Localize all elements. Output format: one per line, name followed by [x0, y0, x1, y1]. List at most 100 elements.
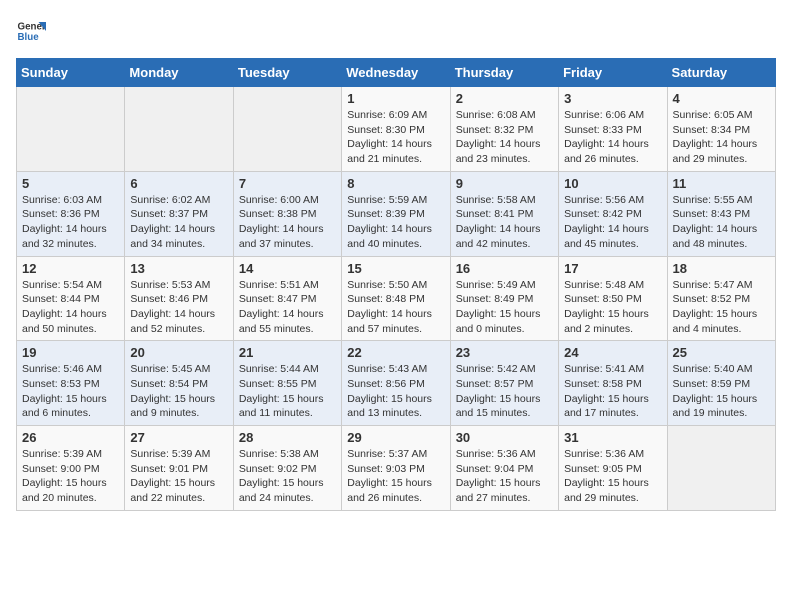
cell-text: Sunrise: 5:39 AM: [130, 447, 227, 462]
cell-text: Sunrise: 5:51 AM: [239, 278, 336, 293]
cell-text: Sunrise: 5:55 AM: [673, 193, 770, 208]
cell-text: Sunset: 8:41 PM: [456, 207, 553, 222]
cell-text: Sunrise: 5:41 AM: [564, 362, 661, 377]
cell-text: Daylight: 14 hours and 34 minutes.: [130, 222, 227, 251]
cell-text: Daylight: 15 hours and 9 minutes.: [130, 392, 227, 421]
day-number: 23: [456, 345, 553, 360]
cell-text: Sunrise: 5:42 AM: [456, 362, 553, 377]
calendar-cell: 25Sunrise: 5:40 AMSunset: 8:59 PMDayligh…: [667, 341, 775, 426]
cell-text: Sunrise: 5:56 AM: [564, 193, 661, 208]
calendar-cell: 24 Sunrise: 5:41 AMSunset: 8:58 PMDayligh…: [559, 341, 667, 426]
day-number: 2: [456, 91, 553, 106]
cell-text: Daylight: 14 hours and 55 minutes.: [239, 307, 336, 336]
page-header: General Blue: [16, 16, 776, 46]
cell-text: Sunset: 8:56 PM: [347, 377, 444, 392]
cell-text: Sunset: 8:33 PM: [564, 123, 661, 138]
cell-text: Sunset: 8:44 PM: [22, 292, 119, 307]
day-number: 15: [347, 261, 444, 276]
weekday-header-wednesday: Wednesday: [342, 59, 450, 87]
day-number: 29: [347, 430, 444, 445]
weekday-header-tuesday: Tuesday: [233, 59, 341, 87]
calendar-cell: 12Sunrise: 5:54 AMSunset: 8:44 PMDayligh…: [17, 256, 125, 341]
cell-text: Daylight: 15 hours and 2 minutes.: [564, 307, 661, 336]
day-number: 3: [564, 91, 661, 106]
cell-text: Sunrise: 5:44 AM: [239, 362, 336, 377]
cell-text: Sunrise: 6:02 AM: [130, 193, 227, 208]
cell-text: Sunrise: 6:06 AM: [564, 108, 661, 123]
day-number: 1: [347, 91, 444, 106]
cell-text: Daylight: 14 hours and 45 minutes.: [564, 222, 661, 251]
cell-text: Sunset: 8:36 PM: [22, 207, 119, 222]
day-number: 16: [456, 261, 553, 276]
day-number: 6: [130, 176, 227, 191]
cell-text: Daylight: 14 hours and 21 minutes.: [347, 137, 444, 166]
calendar-cell: [667, 426, 775, 511]
cell-text: Sunset: 9:03 PM: [347, 462, 444, 477]
weekday-header-row: SundayMondayTuesdayWednesdayThursdayFrid…: [17, 59, 776, 87]
cell-text: Daylight: 14 hours and 23 minutes.: [456, 137, 553, 166]
calendar-cell: 17Sunrise: 5:48 AMSunset: 8:50 PMDayligh…: [559, 256, 667, 341]
cell-text: Daylight: 15 hours and 26 minutes.: [347, 476, 444, 505]
day-number: 5: [22, 176, 119, 191]
cell-text: Sunrise: 5:47 AM: [673, 278, 770, 293]
day-number: 14: [239, 261, 336, 276]
calendar-cell: 3 Sunrise: 6:06 AMSunset: 8:33 PMDaylight…: [559, 87, 667, 172]
calendar-cell: 19Sunrise: 5:46 AMSunset: 8:53 PMDayligh…: [17, 341, 125, 426]
day-number: 12: [22, 261, 119, 276]
day-number: 10: [564, 176, 661, 191]
calendar-cell: 13Sunrise: 5:53 AMSunset: 8:46 PMDayligh…: [125, 256, 233, 341]
calendar-cell: 1 Sunrise: 6:09 AMSunset: 8:30 PMDaylight…: [342, 87, 450, 172]
week-row-3: 12Sunrise: 5:54 AMSunset: 8:44 PMDayligh…: [17, 256, 776, 341]
cell-text: Sunrise: 6:09 AM: [347, 108, 444, 123]
cell-text: Sunset: 8:50 PM: [564, 292, 661, 307]
cell-text: Daylight: 15 hours and 19 minutes.: [673, 392, 770, 421]
day-number: 22: [347, 345, 444, 360]
cell-text: Sunset: 8:52 PM: [673, 292, 770, 307]
day-number: 31: [564, 430, 661, 445]
calendar-cell: 18Sunrise: 5:47 AMSunset: 8:52 PMDayligh…: [667, 256, 775, 341]
cell-text: Daylight: 14 hours and 32 minutes.: [22, 222, 119, 251]
cell-text: Sunrise: 5:37 AM: [347, 447, 444, 462]
cell-text: Sunset: 8:30 PM: [347, 123, 444, 138]
cell-text: Sunrise: 5:48 AM: [564, 278, 661, 293]
weekday-header-saturday: Saturday: [667, 59, 775, 87]
cell-text: Sunset: 8:54 PM: [130, 377, 227, 392]
calendar-cell: [125, 87, 233, 172]
calendar-cell: 26Sunrise: 5:39 AMSunset: 9:00 PMDayligh…: [17, 426, 125, 511]
calendar-cell: 29 Sunrise: 5:37 AMSunset: 9:03 PMDayligh…: [342, 426, 450, 511]
calendar-cell: 28Sunrise: 5:38 AMSunset: 9:02 PMDayligh…: [233, 426, 341, 511]
day-number: 25: [673, 345, 770, 360]
day-number: 30: [456, 430, 553, 445]
cell-text: Sunset: 8:48 PM: [347, 292, 444, 307]
cell-text: Sunrise: 5:36 AM: [456, 447, 553, 462]
cell-text: Sunset: 8:58 PM: [564, 377, 661, 392]
calendar-cell: 10Sunrise: 5:56 AMSunset: 8:42 PMDayligh…: [559, 171, 667, 256]
cell-text: Daylight: 15 hours and 11 minutes.: [239, 392, 336, 421]
cell-text: Sunset: 9:04 PM: [456, 462, 553, 477]
cell-text: Daylight: 15 hours and 13 minutes.: [347, 392, 444, 421]
cell-text: Sunset: 8:46 PM: [130, 292, 227, 307]
calendar-cell: 11Sunrise: 5:55 AMSunset: 8:43 PMDayligh…: [667, 171, 775, 256]
logo-icon: General Blue: [16, 16, 46, 46]
cell-text: Daylight: 15 hours and 27 minutes.: [456, 476, 553, 505]
logo: General Blue: [16, 16, 46, 46]
cell-text: Daylight: 14 hours and 26 minutes.: [564, 137, 661, 166]
cell-text: Sunrise: 6:03 AM: [22, 193, 119, 208]
week-row-5: 26Sunrise: 5:39 AMSunset: 9:00 PMDayligh…: [17, 426, 776, 511]
cell-text: Sunrise: 5:46 AM: [22, 362, 119, 377]
day-number: 27: [130, 430, 227, 445]
day-number: 21: [239, 345, 336, 360]
calendar-cell: 4Sunrise: 6:05 AMSunset: 8:34 PMDaylight…: [667, 87, 775, 172]
cell-text: Daylight: 15 hours and 6 minutes.: [22, 392, 119, 421]
cell-text: Sunset: 8:49 PM: [456, 292, 553, 307]
day-number: 24: [564, 345, 661, 360]
day-number: 7: [239, 176, 336, 191]
weekday-header-friday: Friday: [559, 59, 667, 87]
cell-text: Daylight: 15 hours and 24 minutes.: [239, 476, 336, 505]
day-number: 28: [239, 430, 336, 445]
cell-text: Daylight: 14 hours and 48 minutes.: [673, 222, 770, 251]
weekday-header-sunday: Sunday: [17, 59, 125, 87]
calendar-cell: 16Sunrise: 5:49 AMSunset: 8:49 PMDayligh…: [450, 256, 558, 341]
cell-text: Daylight: 15 hours and 17 minutes.: [564, 392, 661, 421]
cell-text: Sunrise: 5:39 AM: [22, 447, 119, 462]
